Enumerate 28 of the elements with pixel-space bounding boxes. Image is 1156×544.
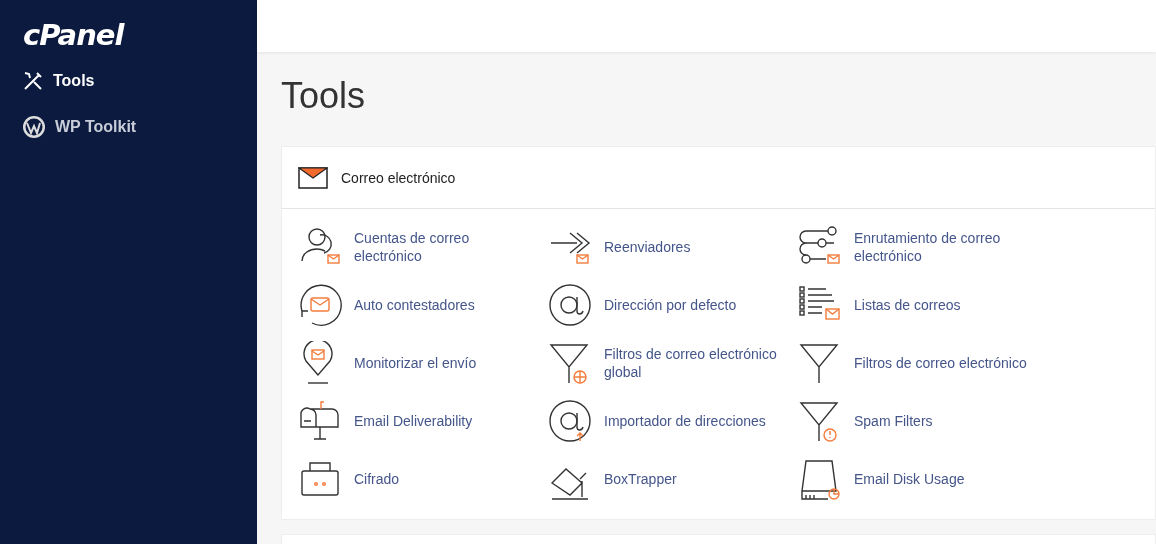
tool-link[interactable]: Cifrado (298, 450, 548, 508)
panel-title: Correo electrónico (341, 169, 456, 186)
disk-chart-icon (798, 457, 842, 501)
tool-link[interactable]: Auto contestadores (298, 276, 548, 334)
tool-link[interactable]: BoxTrapper (548, 450, 798, 508)
tool-link[interactable]: Filtros de correo electrónico (798, 334, 1048, 392)
logo: cPanel (22, 17, 126, 54)
sidebar-item[interactable]: WP Toolkit (0, 104, 257, 150)
tool-link[interactable]: Importador de direcciones (548, 392, 798, 450)
sidebar-item[interactable]: Tools (0, 58, 257, 104)
page-title: Tools (281, 74, 367, 118)
tool-link[interactable]: Dirección por defecto (548, 276, 798, 334)
circular-arrow-mail-icon (298, 283, 342, 327)
tool-link[interactable]: Spam Filters (798, 392, 1048, 450)
at-sign-upload-icon (548, 399, 592, 443)
wordpress-icon (22, 115, 46, 139)
tool-link[interactable]: Monitorizar el envío (298, 334, 548, 392)
tool-link[interactable]: Enrutamiento de correo electrónico (798, 218, 1048, 276)
tool-link[interactable]: Listas de correos (798, 276, 1048, 334)
tool-link[interactable]: Email Disk Usage (798, 450, 1048, 508)
envelope-icon (298, 166, 328, 189)
mailbox-icon (298, 399, 342, 443)
tool-link[interactable]: Email Deliverability (298, 392, 548, 450)
tool-link[interactable]: Cuentas de correo electrónico (298, 218, 548, 276)
at-sign-icon (548, 283, 592, 327)
tool-link[interactable]: Reenviadores (548, 218, 798, 276)
tools-icon (22, 70, 44, 92)
tool-link[interactable]: Filtros de correo electrónico global (548, 334, 798, 392)
